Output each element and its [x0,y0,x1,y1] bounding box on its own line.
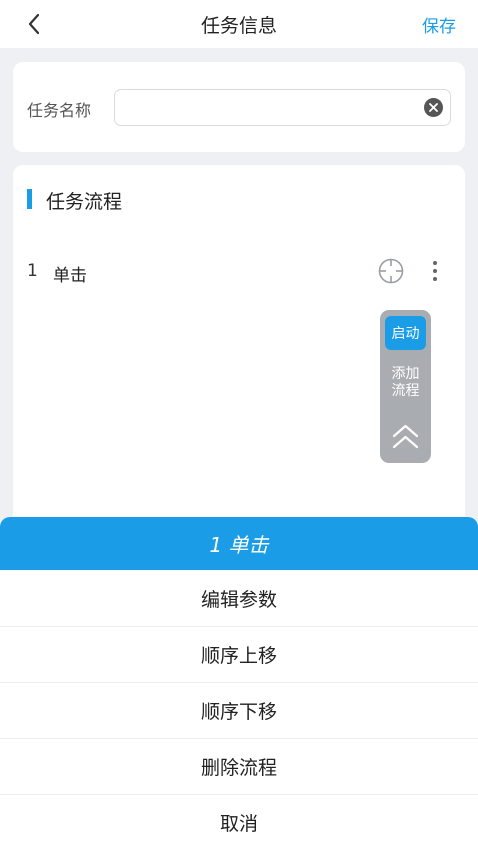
edit-params-option[interactable]: 编辑参数 [0,570,478,626]
add-flow-label-line1: 添加 [391,366,420,382]
add-flow-label-line2: 流程 [391,383,420,399]
move-up-option[interactable]: 顺序上移 [0,626,478,682]
delete-flow-option[interactable]: 删除流程 [0,738,478,794]
section-accent-bar [27,189,32,209]
crosshair-icon [378,258,404,284]
collapse-button[interactable] [390,423,421,451]
action-sheet-title: 1 单击 [0,517,478,570]
action-sheet: 1 单击 编辑参数 顺序上移 顺序下移 删除流程 取消 [0,517,478,850]
target-button[interactable] [377,257,405,285]
task-name-card: 任务名称 [13,62,465,152]
top-bar: 任务信息 保存 [0,0,478,48]
add-flow-button[interactable]: 添加 流程 [380,366,431,400]
clear-icon [429,103,438,112]
flow-item-name: 单击 [53,266,87,286]
task-name-input[interactable] [123,90,413,125]
section-title: 任务流程 [46,191,123,213]
start-button[interactable]: 启动 [385,316,426,350]
task-name-label: 任务名称 [27,101,92,120]
move-down-option[interactable]: 顺序下移 [0,682,478,738]
flow-item-index: 1 [27,261,38,281]
task-name-field [114,89,451,126]
save-button[interactable]: 保存 [422,12,456,37]
cancel-option[interactable]: 取消 [0,794,478,850]
page-title: 任务信息 [200,15,277,37]
double-chevron-up-icon [392,424,419,449]
floating-control-panel: 启动 添加 流程 [380,310,431,463]
clear-button[interactable] [424,98,443,117]
more-vertical-icon[interactable] [425,257,445,285]
flow-item[interactable]: 1 单击 [13,251,465,291]
